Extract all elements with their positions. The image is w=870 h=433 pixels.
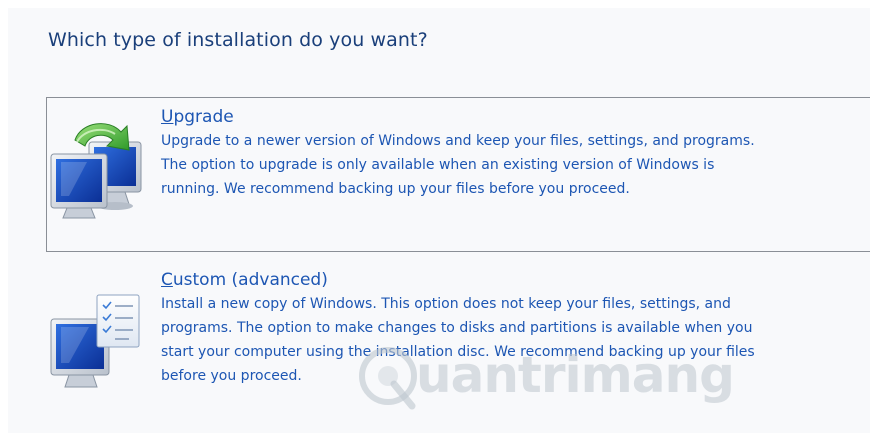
upgrade-access-key: U [161,107,174,127]
custom-install-computer-icon [47,289,147,399]
upgrade-option-title[interactable]: Upgrade [161,106,867,128]
upgrade-option[interactable]: Upgrade Upgrade to a newer version of Wi… [46,97,870,252]
upgrade-computer-icon [47,112,147,222]
custom-access-key: C [161,270,173,290]
page-title: Which type of installation do you want? [48,29,428,51]
upgrade-option-description: Upgrade to a newer version of Windows an… [161,133,755,197]
custom-title-rest: ustom (advanced) [172,270,328,290]
custom-option-description: Install a new copy of Windows. This opti… [161,296,755,384]
custom-option-text: Custom (advanced) Install a new copy of … [161,269,867,388]
upgrade-title-rest: pgrade [173,107,234,127]
upgrade-option-text: Upgrade Upgrade to a newer version of Wi… [161,106,867,201]
custom-option-title[interactable]: Custom (advanced) [161,269,867,291]
custom-option[interactable]: Custom (advanced) Install a new copy of … [46,260,870,410]
